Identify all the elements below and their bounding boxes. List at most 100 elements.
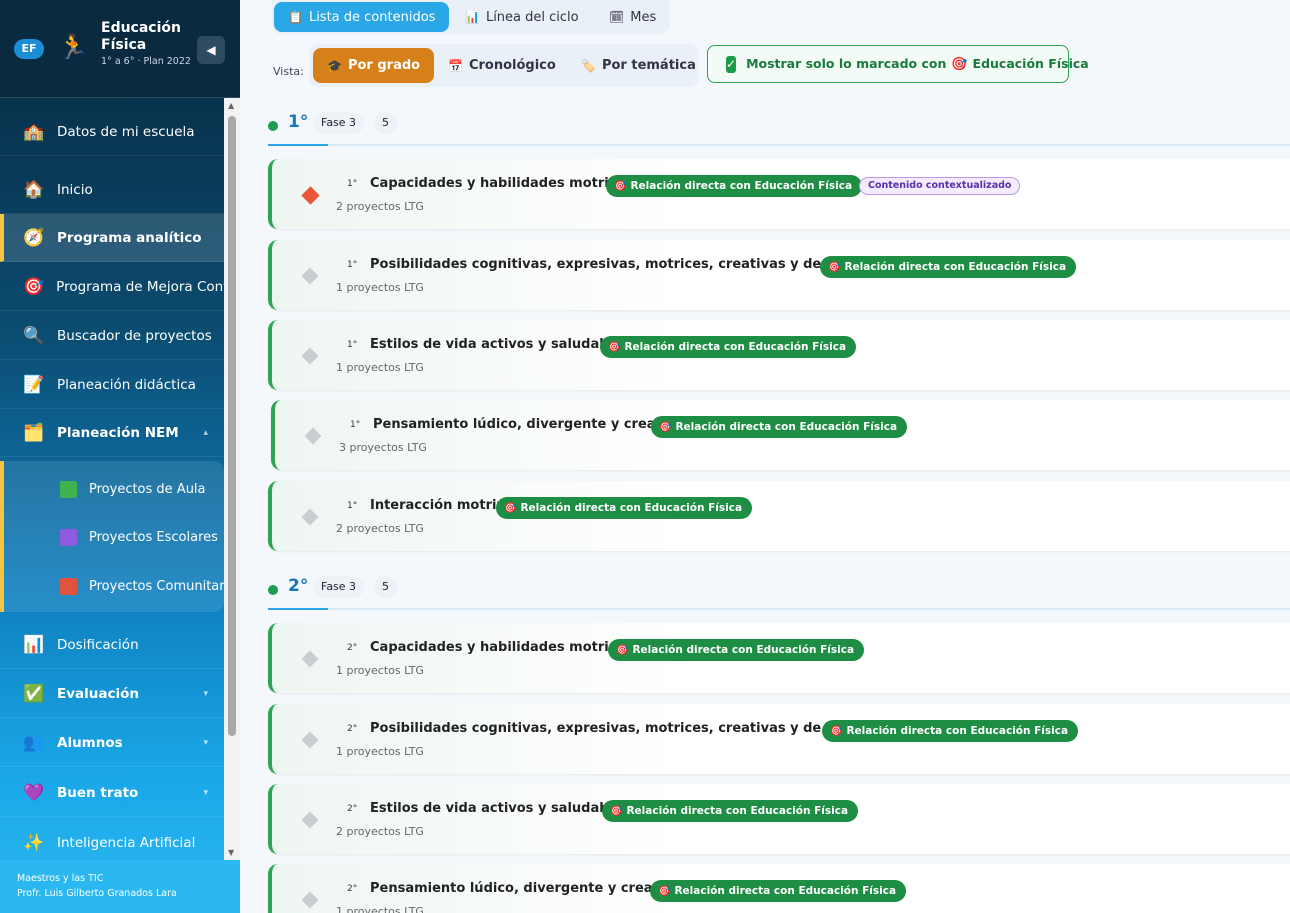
card-title: Estilos de vida activos y saludables. [370, 801, 635, 816]
card-projects: 2 proyectos LTG [336, 825, 424, 838]
nav-item-planeacion-nem[interactable]: 🗂️ Planeación NEM ▴ [0, 409, 224, 457]
nav-item-buen-trato[interactable]: 💜 Buen trato ▾ [0, 769, 224, 817]
sub-item-proyectos-escolares[interactable]: Proyectos Escolares [60, 522, 218, 552]
target-icon: 🎯 [828, 262, 841, 273]
collapse-sidebar-button[interactable]: ◀ [197, 36, 225, 64]
nav-item-datos-escuela[interactable]: 🏫 Datos de mi escuela [0, 108, 224, 156]
sidebar-footer: Maestros y las TIC Profr. Luis Gilberto … [0, 860, 240, 913]
header-underline [268, 608, 328, 610]
card-grade: 1° [347, 179, 358, 189]
card-title: Posibilidades cognitivas, expresivas, mo… [370, 257, 890, 272]
chevron-up-icon: ▴ [203, 427, 208, 438]
sub-item-proyectos-comunitarios[interactable]: Proyectos Comunitarios [60, 571, 240, 601]
nav-label: Programa analítico [57, 229, 202, 246]
content-card[interactable]: 1° Posibilidades cognitivas, expresivas,… [268, 240, 1290, 310]
folder-icon: 🗂️ [23, 422, 45, 443]
nav-label: Alumnos [57, 734, 123, 751]
nav-label: Planeación didáctica [57, 376, 196, 393]
nav-item-mejora-continua[interactable]: 🎯 Programa de Mejora Continua [0, 263, 224, 311]
sub-item-label: Proyectos de Aula [89, 481, 206, 497]
card-projects: 1 proyectos LTG [336, 745, 424, 758]
diamond-icon [301, 186, 320, 205]
footer-line-1: Maestros y las TIC [17, 873, 104, 884]
card-projects: 2 proyectos LTG [336, 200, 424, 213]
sub-item-proyectos-aula[interactable]: Proyectos de Aula [60, 474, 206, 504]
app-title: Educación Física [101, 20, 181, 53]
nav-label: Buen trato [57, 784, 139, 801]
content-card[interactable]: 2° Capacidades y habilidades motrices. 🎯… [268, 623, 1290, 693]
nav-item-buscador[interactable]: 🔍 Buscador de proyectos [0, 312, 224, 360]
status-dot [268, 121, 278, 131]
nav-item-programa-analitico[interactable]: 🧭 Programa analítico [0, 214, 224, 262]
fase-chip: Fase 3 [313, 112, 365, 134]
tab-label: Lista de contenidos [308, 9, 436, 25]
card-grade: 2° [347, 643, 358, 653]
tab-label: Línea del ciclo [485, 9, 579, 25]
scroll-thumb[interactable] [228, 116, 236, 736]
diamond-icon [301, 508, 319, 526]
ef-relation-badge: 🎯 Relación directa con Educación Física [608, 639, 865, 661]
target-icon: 🎯 [610, 806, 623, 817]
view-label: Vista: [273, 65, 304, 78]
tab-linea-ciclo[interactable]: 📊 Línea del ciclo [465, 2, 579, 32]
card-title: Interacción motriz. [370, 498, 509, 513]
check-icon: ✅ [23, 683, 45, 704]
card-projects: 1 proyectos LTG [336, 664, 424, 677]
card-projects: 2 proyectos LTG [336, 522, 424, 535]
diamond-icon [301, 267, 319, 285]
view-option-label: Por grado [347, 58, 421, 73]
chevron-down-icon: ▾ [203, 787, 208, 798]
tab-mes[interactable]: 🗓 Mes [609, 2, 656, 32]
scroll-up-icon[interactable]: ▲ [228, 101, 234, 110]
target-icon: 🎯 [616, 645, 629, 656]
nav-label: Inicio [57, 181, 93, 198]
filter-toggle[interactable]: ✓ Mostrar solo lo marcado con 🎯 Educación … [707, 45, 1089, 83]
nav-item-planeacion-didactica[interactable]: 📝 Planeación didáctica [0, 361, 224, 409]
filter-label: Mostrar solo lo marcado con 🎯 Educación Fí… [746, 56, 1089, 72]
count-chip: 5 [374, 576, 397, 598]
tag-icon: 🏷️ [581, 58, 596, 73]
view-por-tematica-button[interactable]: 🏷️ Por temática [581, 48, 696, 83]
nav-item-inicio[interactable]: 🏠 Inicio [0, 166, 224, 214]
filter-text-before: Mostrar solo lo marcado con [746, 56, 947, 71]
grade-header-1: 1° Fase 3 5 [268, 106, 1290, 146]
nav-item-alumnos[interactable]: 👥 Alumnos ▾ [0, 719, 224, 767]
diamond-icon [304, 427, 322, 445]
nav-item-dosificacion[interactable]: 📊 Dosificación [0, 621, 224, 669]
sidebar-scrollbar[interactable]: ▲ ▼ [224, 98, 240, 860]
bar-chart-icon: 📊 [465, 10, 480, 24]
content-card[interactable]: 1° Capacidades y habilidades motrices. 🎯… [268, 159, 1290, 229]
home-icon: 🏠 [23, 179, 45, 200]
target-icon: 🎯 [830, 726, 843, 737]
graduation-cap-icon: 🎓 [327, 58, 342, 73]
view-cronologico-button[interactable]: 📅 Cronológico [448, 48, 556, 83]
contextualized-badge: Contenido contextualizado [859, 177, 1021, 195]
nav-label: Buscador de proyectos [57, 327, 212, 344]
diamond-icon [301, 347, 319, 365]
runner-icon: 🏃 [58, 33, 88, 61]
content-card[interactable]: 2° Pensamiento lúdico, divergente y crea… [268, 864, 1290, 913]
calendar-icon: 📅 [448, 58, 463, 73]
nav-item-evaluacion[interactable]: ✅ Evaluación ▾ [0, 670, 224, 718]
school-icon: 🏫 [23, 121, 45, 142]
content-card[interactable]: 1° Interacción motriz. 🎯 Relación directa… [268, 481, 1290, 551]
content-card[interactable]: 2° Posibilidades cognitivas, expresivas,… [268, 704, 1290, 774]
tab-lista-contenidos[interactable]: 📋 Lista de contenidos [274, 2, 450, 32]
heart-icon: 💜 [23, 782, 45, 803]
content-card[interactable]: 1° Pensamiento lúdico, divergente y crea… [271, 400, 1290, 470]
content-card[interactable]: 2° Estilos de vida activos y saludables.… [268, 784, 1290, 854]
view-por-grado-button[interactable]: 🎓 Por grado [313, 48, 435, 83]
purple-square-icon [60, 528, 77, 546]
scroll-down-icon[interactable]: ▼ [228, 848, 234, 857]
badge-text: Relación directa con Educación Física [844, 261, 1067, 273]
clipboard-icon: 📋 [288, 10, 303, 24]
sub-item-label: Proyectos Escolares [89, 529, 218, 545]
badge-text: Relación directa con Educación Física [630, 180, 853, 192]
main-content: 📋 Lista de contenidos 📊 Línea del ciclo … [240, 0, 1290, 913]
nav-label: Inteligencia Artificial [57, 834, 196, 851]
ef-relation-badge: 🎯 Relación directa con Educación Física [496, 497, 753, 519]
checkbox-checked-icon[interactable]: ✓ [726, 55, 737, 73]
target-icon: 🎯 [23, 276, 45, 297]
content-card[interactable]: 1° Estilos de vida activos y saludables.… [268, 320, 1290, 390]
nav-label: Programa de Mejora Continua [56, 278, 224, 295]
